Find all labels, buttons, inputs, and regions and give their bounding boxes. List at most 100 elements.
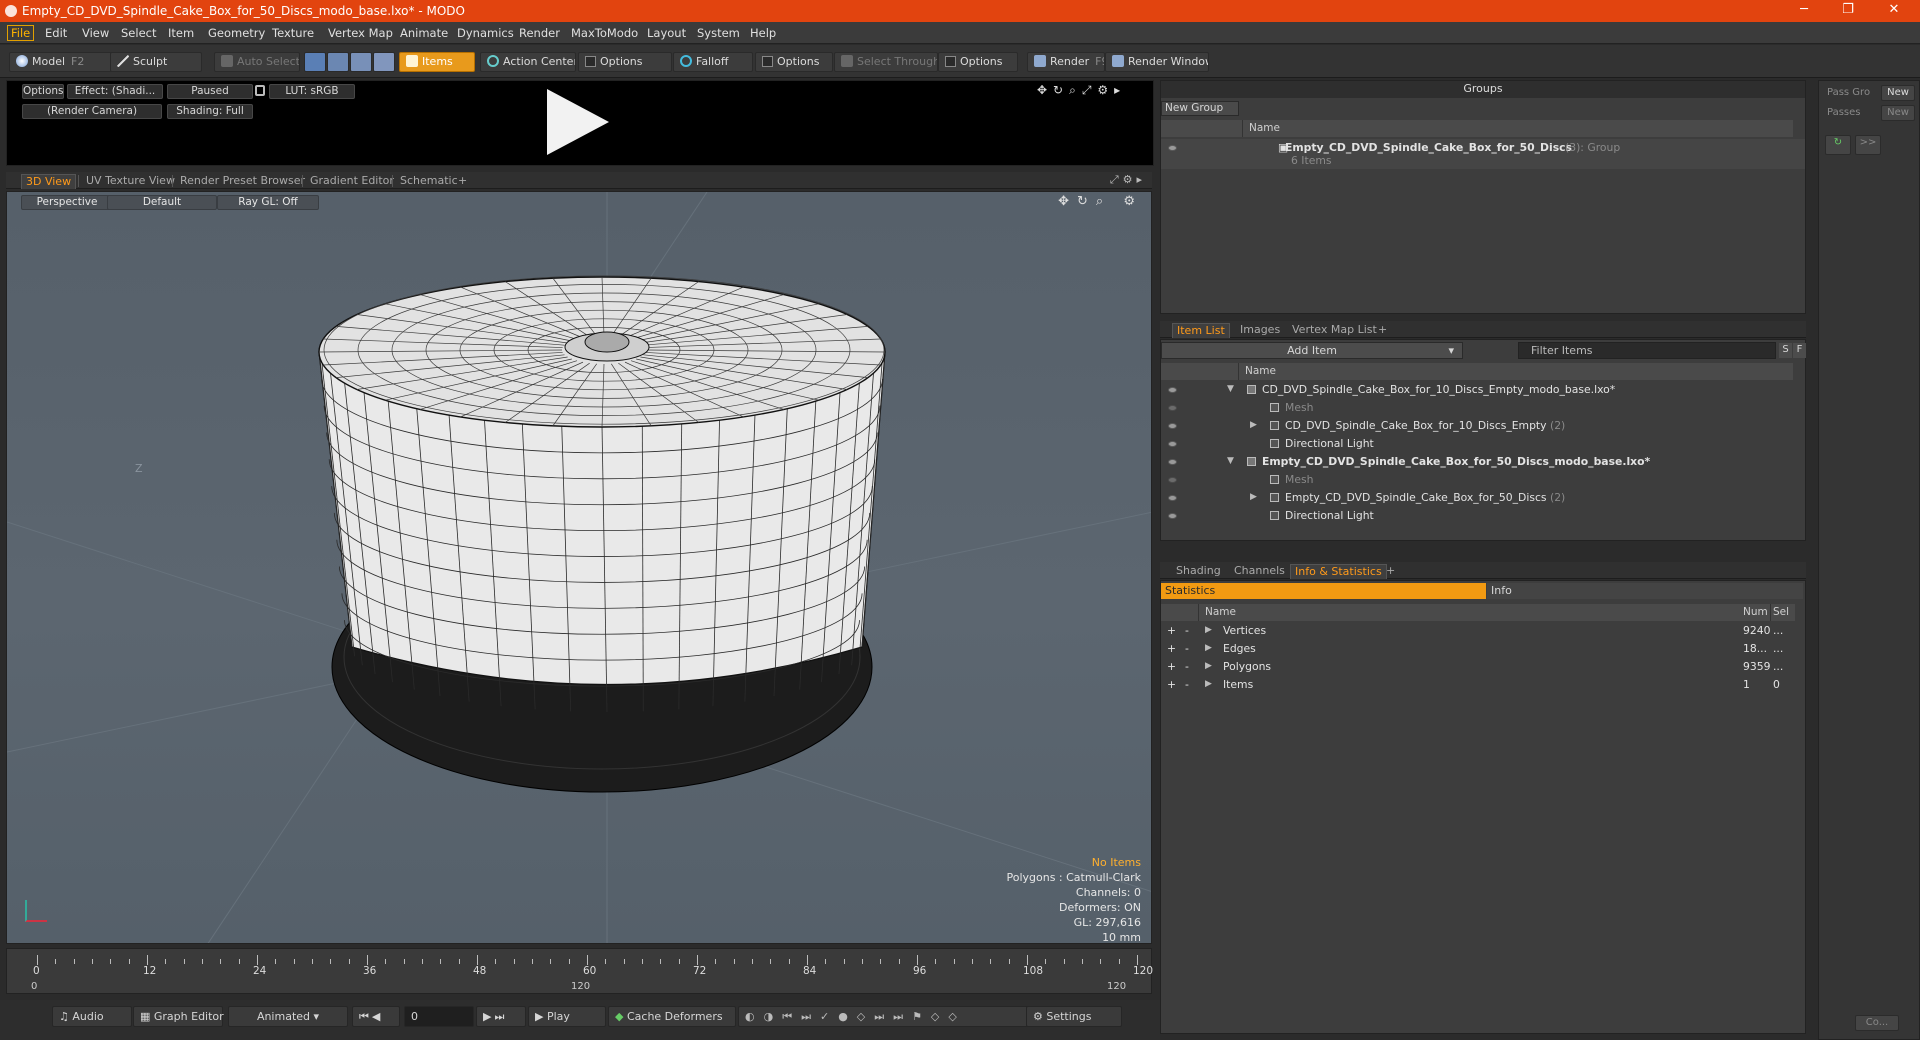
menu-file[interactable]: File (7, 25, 35, 41)
shading-dropdown[interactable]: Shading: Full (167, 104, 253, 119)
menu-help[interactable]: Help (746, 25, 780, 41)
tab-info-statistics[interactable]: Info & Statistics (1290, 564, 1387, 579)
tab-item-list[interactable]: Item List (1172, 323, 1230, 338)
refresh-icon[interactable]: ↻ (1825, 135, 1851, 155)
item-list-row[interactable]: Directional Light (1161, 435, 1793, 453)
group-row[interactable]: ▣ Empty_CD_DVD_Spindle_Cake_Box_for_50_D… (1161, 139, 1805, 169)
tab-gradient-editor[interactable]: Gradient Editor (306, 174, 398, 189)
statistics-tab[interactable]: Statistics (1161, 583, 1486, 599)
eye-icon[interactable] (1168, 423, 1177, 429)
collapse-arrow-icon[interactable]: ▼ (1227, 381, 1234, 398)
key-controls[interactable]: ◐◑⏮⏭✓●◇⏭⏭⚑◇◇ (738, 1006, 1028, 1027)
jump-start-controls[interactable]: ⏮◀ (352, 1006, 400, 1027)
item-list-row[interactable]: ▼ CD_DVD_Spindle_Cake_Box_for_10_Discs_Em… (1161, 381, 1793, 399)
expand-arrow-icon[interactable]: ▶ (1205, 676, 1212, 693)
item-list-row[interactable]: Mesh (1161, 399, 1793, 417)
menu-vertex-map[interactable]: Vertex Map (324, 25, 397, 41)
new-pass-button[interactable]: New (1881, 105, 1915, 121)
eye-icon[interactable] (1168, 441, 1177, 447)
select-through-button[interactable]: Select Through (834, 52, 938, 72)
stats-row[interactable]: + - ▶ Items 1 0 (1161, 676, 1793, 694)
collapse-minus-icon[interactable]: - (1185, 640, 1189, 657)
audio-button[interactable]: ♫ Audio (52, 1006, 132, 1027)
falloff-options-button[interactable]: Options (755, 52, 833, 72)
falloff-button[interactable]: Falloff (673, 52, 753, 72)
item-list-row[interactable]: ▶ Empty_CD_DVD_Spindle_Cake_Box_for_50_Di… (1161, 489, 1793, 507)
current-frame-input[interactable]: 0 (404, 1006, 474, 1027)
tab-3d-view[interactable]: 3D View (21, 174, 77, 189)
stats-row[interactable]: + - ▶ Vertices 9240 ... (1161, 622, 1793, 640)
tab-render-preset-browser[interactable]: Render Preset Browser (176, 174, 309, 189)
render-camera-dropdown[interactable]: (Render Camera) (22, 104, 162, 119)
tab-uv-texture-view[interactable]: UV Texture View (82, 174, 179, 189)
eye-icon[interactable] (1168, 513, 1177, 519)
eye-icon[interactable] (1168, 145, 1177, 151)
tab-channels[interactable]: Channels (1230, 564, 1289, 579)
collapse-arrow-icon[interactable]: ▼ (1227, 453, 1234, 470)
auto-select-button[interactable]: Auto Select (214, 52, 300, 72)
menu-texture[interactable]: Texture (268, 25, 318, 41)
render-view-controls[interactable]: ✥↻⌕⤢⚙▸ (1037, 83, 1126, 98)
expand-plus-icon[interactable]: + (1167, 640, 1176, 657)
tab-shading[interactable]: Shading (1172, 564, 1225, 579)
eye-icon[interactable] (1168, 405, 1177, 411)
play-render-icon[interactable] (547, 89, 609, 155)
play-button[interactable]: ▶ Play (528, 1006, 606, 1027)
cache-deformers-button[interactable]: ◆ Cache Deformers (608, 1006, 736, 1027)
item-list-row[interactable]: Directional Light (1161, 507, 1793, 525)
item-list-row[interactable]: ▶ CD_DVD_Spindle_Cake_Box_for_10_Discs_Em… (1161, 417, 1793, 435)
menu-layout[interactable]: Layout (643, 25, 690, 41)
new-pass-group-button[interactable]: New (1881, 85, 1915, 101)
menu-select[interactable]: Select (117, 25, 160, 41)
stats-row[interactable]: + - ▶ Edges 18... ... (1161, 640, 1793, 658)
add-tab-button[interactable]: + (1382, 564, 1399, 579)
render-window-button[interactable]: Render Window (1105, 52, 1209, 72)
settings-button[interactable]: ⚙ Settings (1026, 1006, 1122, 1027)
eye-icon[interactable] (1168, 387, 1177, 393)
expand-plus-icon[interactable]: + (1167, 658, 1176, 675)
add-tab-button[interactable]: + (1374, 323, 1391, 338)
item-list-row[interactable]: Mesh (1161, 471, 1793, 489)
effect-dropdown[interactable]: Effect: (Shadi... (67, 84, 163, 99)
collapse-button[interactable]: Co... (1855, 1015, 1899, 1031)
expand-arrow-icon[interactable]: ▶ (1205, 640, 1212, 657)
menu-system[interactable]: System (693, 25, 744, 41)
graph-editor-button[interactable]: ▦ Graph Editor (133, 1006, 224, 1027)
new-group-button[interactable]: New Group (1161, 101, 1239, 116)
tab-images[interactable]: Images (1236, 323, 1284, 338)
vertices-mode-button[interactable] (304, 52, 326, 72)
menu-render[interactable]: Render (515, 25, 564, 41)
menu-geometry[interactable]: Geometry (204, 25, 269, 41)
expand-arrow-icon[interactable]: ▶ (1250, 417, 1257, 434)
item-list-row[interactable]: ▼ Empty_CD_DVD_Spindle_Cake_Box_for_50_Di… (1161, 453, 1793, 471)
items-mode-button[interactable]: Items (399, 52, 475, 72)
filter-items-input[interactable]: Filter Items (1518, 342, 1776, 359)
menu-edit[interactable]: Edit (41, 25, 71, 41)
expand-plus-icon[interactable]: + (1167, 622, 1176, 639)
edges-mode-button[interactable] (327, 52, 349, 72)
menu-view[interactable]: View (78, 25, 113, 41)
tab-schematic[interactable]: Schematic (396, 174, 462, 189)
expand-arrow-icon[interactable]: ▶ (1205, 622, 1212, 639)
eye-icon[interactable] (1168, 459, 1177, 465)
stats-row[interactable]: + - ▶ Polygons 9359 ... (1161, 658, 1793, 676)
render-button[interactable]: RenderF9 (1027, 52, 1105, 72)
expand-plus-icon[interactable]: + (1167, 676, 1176, 693)
render-options-button[interactable]: Options (22, 84, 64, 99)
tab-vertex-map-list[interactable]: Vertex Map List (1288, 323, 1381, 338)
expand-arrow-icon[interactable]: ▶ (1250, 489, 1257, 506)
lut-dropdown[interactable]: LUT: sRGB (269, 84, 355, 99)
materials-mode-button[interactable] (373, 52, 395, 72)
collapse-minus-icon[interactable]: - (1185, 658, 1189, 675)
paused-button[interactable]: Paused (167, 84, 253, 99)
polygons-mode-button[interactable] (350, 52, 372, 72)
menu-dynamics[interactable]: Dynamics (453, 25, 518, 41)
info-tab[interactable]: Info (1487, 583, 1803, 599)
viewport-tab-controls[interactable]: ⤢⚙▸ (1110, 173, 1146, 187)
action-center-options-button[interactable]: Options (578, 52, 672, 72)
expand-arrows-button[interactable]: >> (1855, 135, 1881, 155)
jump-end-controls[interactable]: ▶⏭ (476, 1006, 526, 1027)
maximize-button[interactable]: ❐ (1828, 0, 1868, 22)
add-tab-button[interactable]: + (454, 174, 471, 189)
3d-viewport[interactable]: Perspective Default Ray GL: Off ✥↻⌕ ⚙ Z … (6, 191, 1152, 944)
